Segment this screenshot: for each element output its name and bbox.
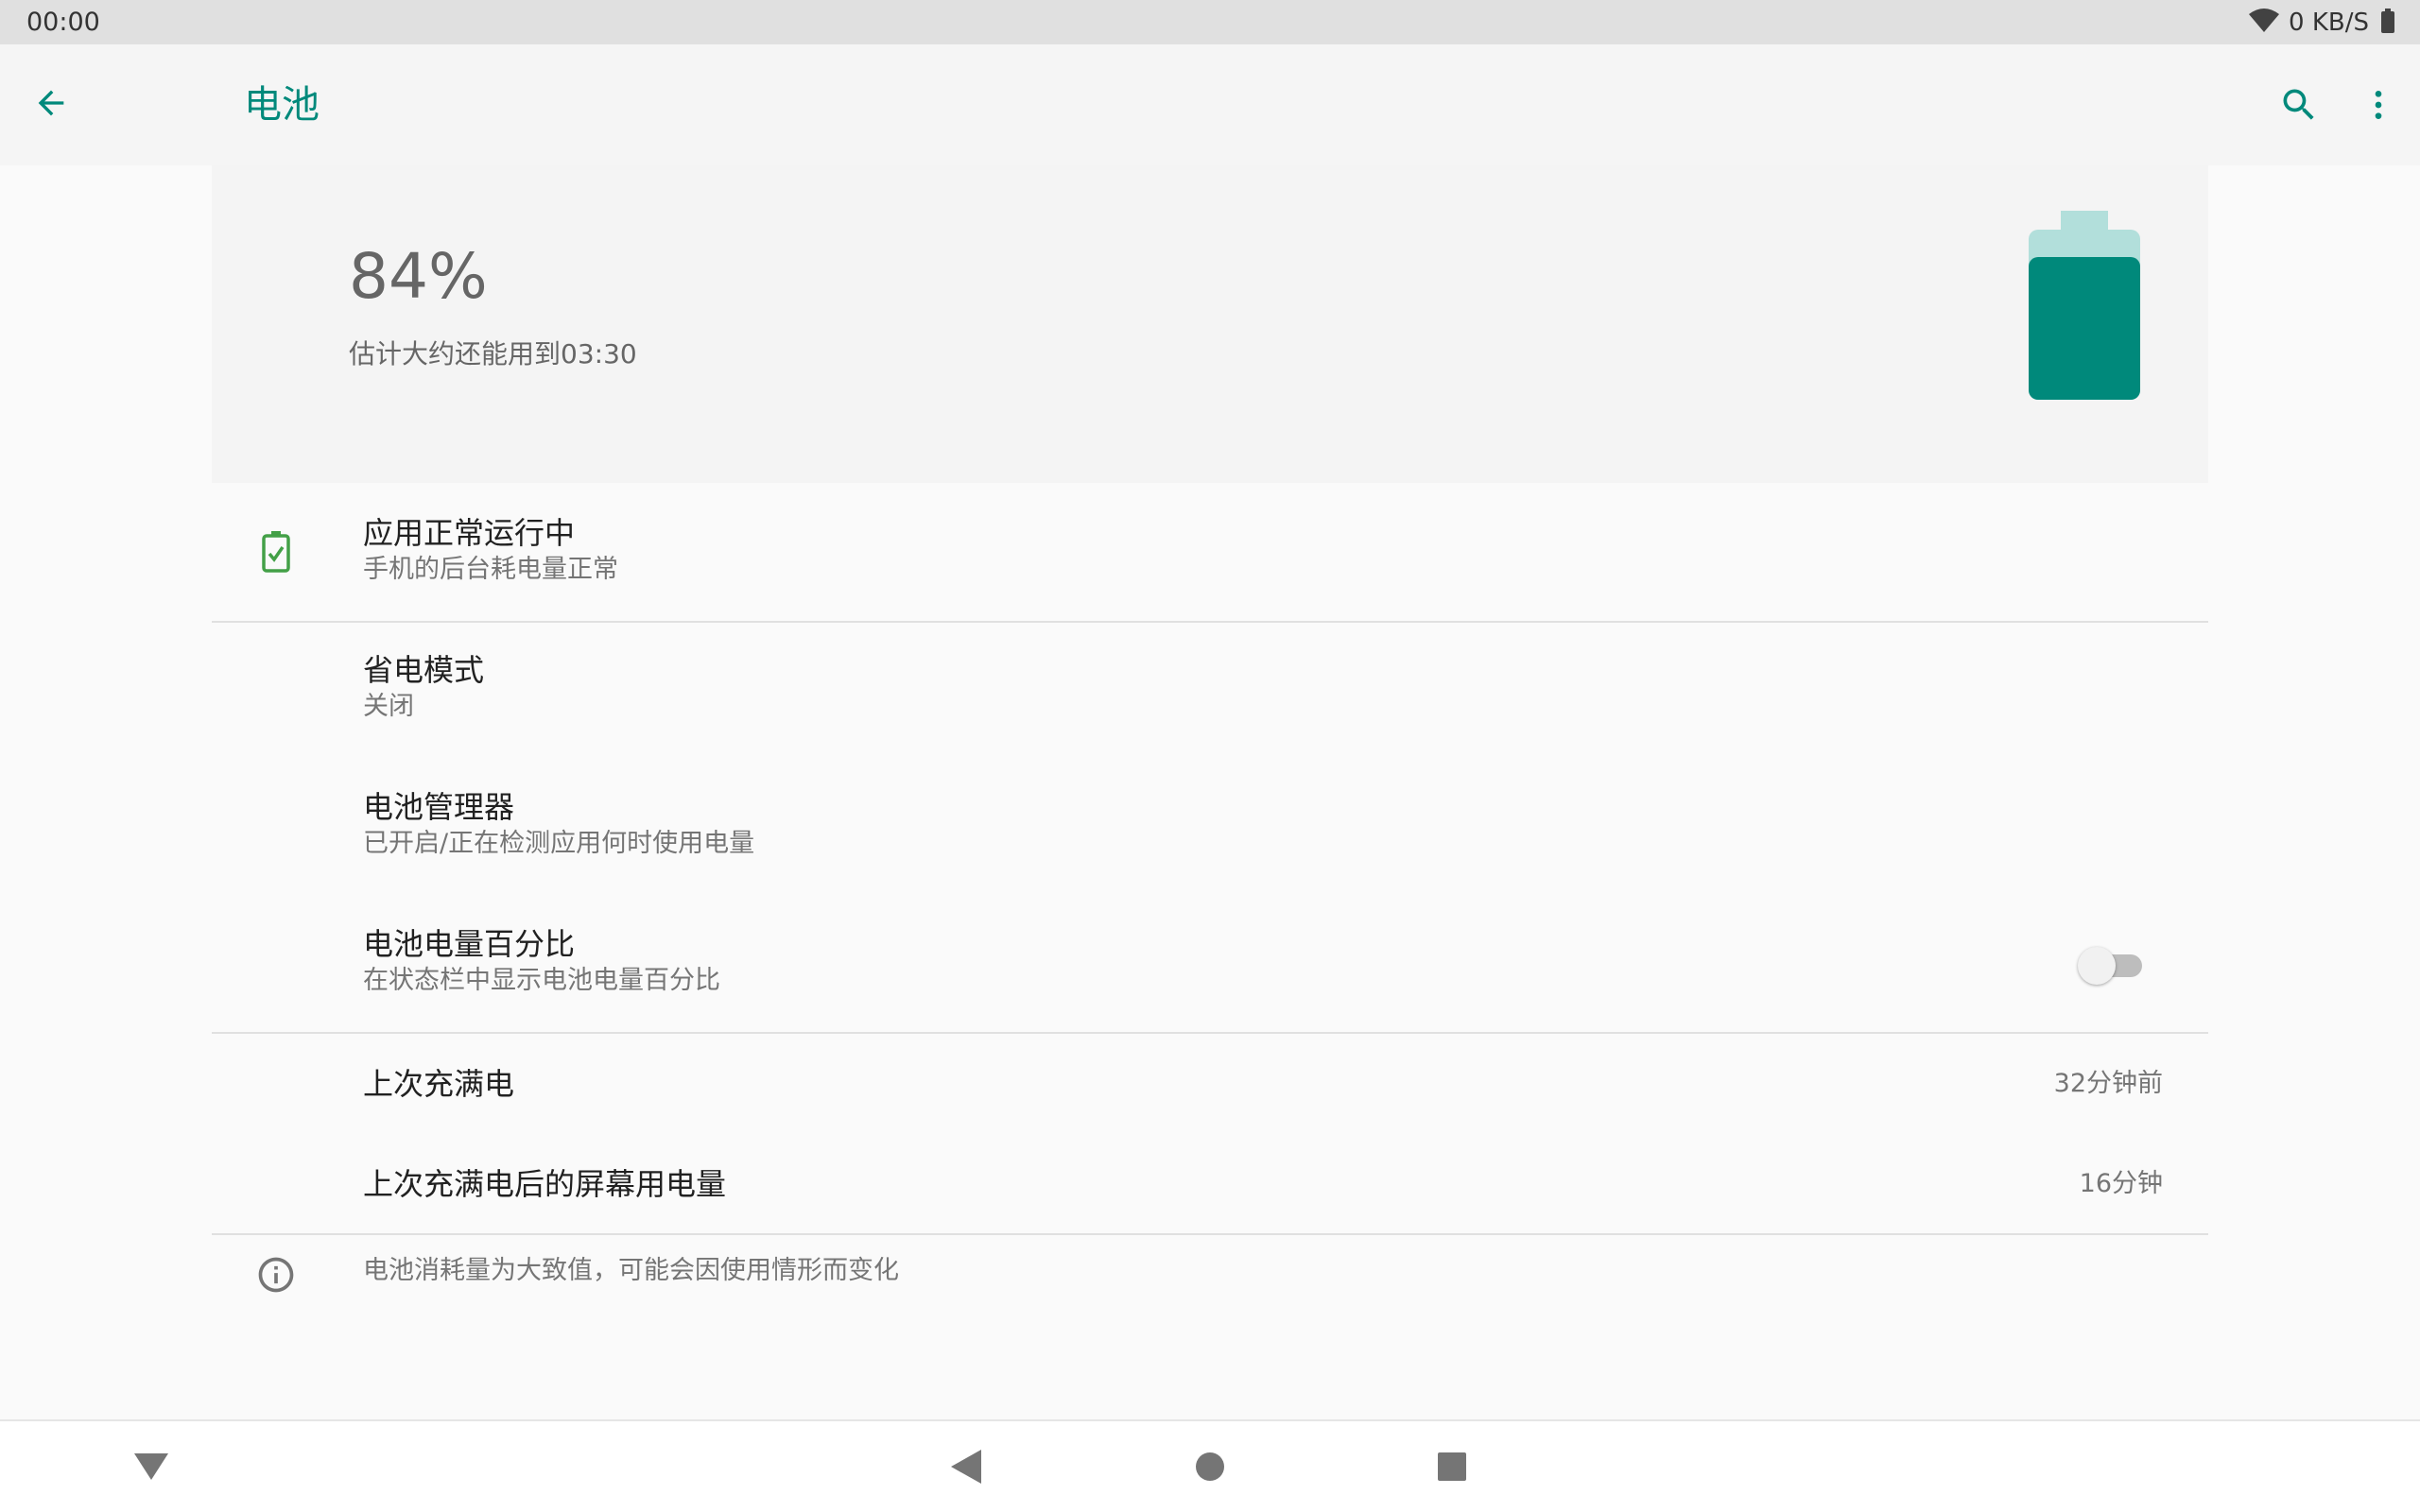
battery-check-icon bbox=[250, 525, 302, 578]
battery-saver-title: 省电模式 bbox=[363, 652, 485, 688]
screen-usage-row: 上次充满电后的屏幕用电量 16分钟 bbox=[212, 1134, 2208, 1232]
navigation-bar bbox=[0, 1419, 2420, 1512]
toggle-thumb bbox=[2078, 947, 2116, 985]
wifi-icon bbox=[2249, 9, 2280, 37]
battery-percentage-summary: 在状态栏中显示电池电量百分比 bbox=[363, 966, 720, 995]
toolbar: 电池 bbox=[0, 44, 2420, 165]
circle-icon bbox=[1195, 1452, 1225, 1486]
arrow-left-icon bbox=[32, 84, 70, 126]
info-icon bbox=[250, 1248, 302, 1301]
battery-percentage-row[interactable]: 电池电量百分比 在状态栏中显示电池电量百分比 bbox=[212, 896, 2208, 1032]
last-full-charge-row: 上次充满电 32分钟前 bbox=[212, 1034, 2208, 1134]
battery-estimate: 估计大约还能用到03:30 bbox=[349, 338, 637, 369]
more-vert-icon bbox=[2360, 86, 2397, 128]
last-full-charge-title: 上次充满电 bbox=[363, 1066, 515, 1102]
battery-tip-row[interactable]: 应用正常运行中 手机的后台耗电量正常 bbox=[212, 483, 2208, 621]
battery-manager-title: 电池管理器 bbox=[363, 789, 515, 825]
page-title: 电池 bbox=[244, 83, 320, 127]
nav-home-button[interactable] bbox=[1182, 1440, 1238, 1497]
status-bar: 00:00 0 KB/S bbox=[0, 0, 2420, 44]
status-battery-icon bbox=[2380, 9, 2395, 37]
net-speed: 0 KB/S bbox=[2289, 9, 2369, 37]
status-right-group: 0 KB/S bbox=[2249, 8, 2395, 38]
battery-settings-screen: 00:00 0 KB/S 电池 84% 估计大约还能用到03:30 应用正常运行… bbox=[0, 0, 2420, 1512]
more-options-button[interactable] bbox=[2352, 80, 2405, 133]
back-button[interactable] bbox=[25, 78, 78, 131]
nav-back-button[interactable] bbox=[938, 1440, 994, 1497]
battery-settings-list: 应用正常运行中 手机的后台耗电量正常 省电模式 关闭 电池管理器 已开启/正在检… bbox=[212, 483, 2208, 1293]
battery-tip-title: 应用正常运行中 bbox=[363, 515, 576, 551]
battery-saver-summary: 关闭 bbox=[363, 692, 414, 721]
battery-level-icon bbox=[2029, 211, 2140, 400]
battery-saver-row[interactable]: 省电模式 关闭 bbox=[212, 623, 2208, 759]
search-button[interactable] bbox=[2273, 80, 2325, 133]
screen-usage-title: 上次充满电后的屏幕用电量 bbox=[363, 1166, 727, 1202]
search-icon bbox=[2278, 84, 2320, 129]
battery-tip-summary: 手机的后台耗电量正常 bbox=[363, 555, 618, 584]
battery-percentage-title: 电池电量百分比 bbox=[363, 926, 576, 962]
battery-percent: 84% bbox=[349, 240, 488, 313]
last-full-charge-value: 32分钟前 bbox=[2053, 1069, 2163, 1098]
status-time: 00:00 bbox=[26, 8, 100, 37]
triangle-left-icon bbox=[951, 1450, 981, 1487]
battery-manager-summary: 已开启/正在检测应用何时使用电量 bbox=[363, 829, 755, 858]
screen-usage-value: 16分钟 bbox=[2079, 1169, 2163, 1198]
hide-nav-button[interactable] bbox=[123, 1440, 180, 1497]
battery-manager-row[interactable]: 电池管理器 已开启/正在检测应用何时使用电量 bbox=[212, 759, 2208, 896]
square-icon bbox=[1437, 1452, 1467, 1486]
battery-info-text: 电池消耗量为大致值，可能会因使用情形而变化 bbox=[363, 1256, 899, 1285]
battery-info-footer: 电池消耗量为大致值，可能会因使用情形而变化 bbox=[212, 1235, 2208, 1320]
nav-recents-button[interactable] bbox=[1424, 1440, 1480, 1497]
triangle-down-icon bbox=[134, 1453, 168, 1484]
battery-header: 84% 估计大约还能用到03:30 bbox=[212, 165, 2208, 483]
battery-percentage-toggle[interactable] bbox=[2078, 947, 2144, 985]
